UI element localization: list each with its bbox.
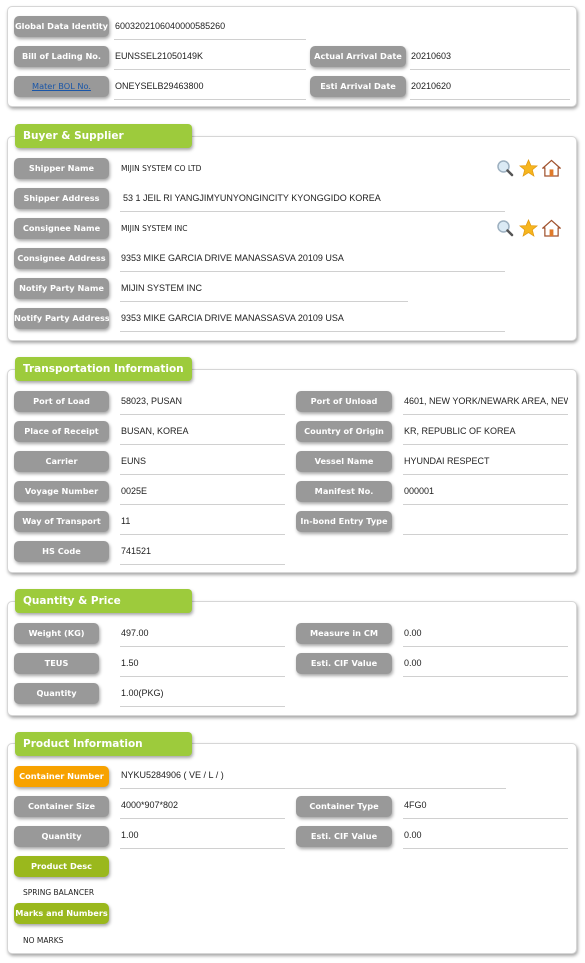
shipper-address-value: 53 1 JEIL RI YANGJIMYUNYONGINCITY KYONGG…	[120, 191, 505, 212]
product-esti-cif-label: Esti. CIF Value	[296, 826, 392, 847]
home-icon[interactable]	[542, 219, 561, 237]
manifest-no-value: 000001	[403, 484, 568, 505]
notify-party-name-label: Notify Party Name	[14, 278, 109, 299]
shipper-name-label: Shipper Name	[14, 158, 109, 179]
global-data-identity-label: Global Data Identity	[14, 16, 109, 37]
mater-bol-link[interactable]: Mater BOL No.	[14, 76, 109, 97]
teus-value: 1.50	[120, 656, 285, 677]
transportation-title: Transportation Information	[15, 357, 192, 381]
product-quantity-label: Quantity	[14, 826, 109, 847]
weight-value: 497.00	[120, 626, 285, 647]
carrier-label: Carrier	[14, 451, 109, 472]
consignee-name-value: MIJIN SYSTEM INC	[121, 224, 188, 233]
buyer-supplier-title: Buyer & Supplier Information	[15, 124, 192, 166]
product-desc-label: Product Desc	[14, 856, 109, 877]
home-icon[interactable]	[542, 159, 561, 177]
port-of-load-label: Port of Load	[14, 391, 109, 412]
consignee-address-value: 9353 MIKE GARCIA DRIVE MANASSASVA 20109 …	[120, 251, 505, 272]
way-of-transport-value: 11	[120, 514, 285, 535]
place-of-receipt-value: BUSAN, KOREA	[120, 424, 285, 445]
esti-cif-value-value: 0.00	[403, 656, 568, 677]
way-of-transport-label: Way of Transport	[14, 511, 109, 532]
mater-bol-value: ONEYSELB29463800	[114, 79, 306, 100]
voyage-number-value: 0025E	[120, 484, 285, 505]
shipper-actions	[496, 159, 561, 177]
weight-label: Weight (KG)	[14, 623, 99, 644]
consignee-name-label: Consignee Name	[14, 218, 109, 239]
measure-label: Measure in CM	[296, 623, 392, 644]
container-type-value: 4FG0	[403, 798, 568, 819]
voyage-number-label: Voyage Number	[14, 481, 109, 502]
actual-arrival-date-label: Actual Arrival Date	[310, 46, 406, 67]
mater-bol-label[interactable]: Mater BOL No.	[32, 81, 91, 91]
actual-arrival-date-value: 20210603	[410, 49, 570, 70]
container-size-value: 4000*907*802	[120, 798, 285, 819]
shipper-name-value: MIJIN SYSTEM CO LTD	[121, 164, 202, 173]
carrier-value: EUNS	[120, 454, 285, 475]
container-type-label: Container Type	[296, 796, 392, 817]
marks-numbers-value: NO MARKS	[23, 936, 64, 945]
search-icon[interactable]	[496, 219, 515, 237]
esti-cif-value-label: Esti. CIF Value	[296, 653, 392, 674]
product-quantity-value: 1.00	[120, 828, 285, 849]
teus-label: TEUS	[14, 653, 99, 674]
consignee-address-label: Consignee Address	[14, 248, 109, 269]
shipper-address-label: Shipper Address	[14, 188, 109, 209]
quantity-value: 1.00(PKG)	[120, 686, 285, 707]
port-of-unload-label: Port of Unload	[296, 391, 392, 412]
product-desc-value: SPRING BALANCER	[23, 888, 95, 897]
container-number-label: Container Number	[14, 766, 109, 787]
country-of-origin-label: Country of Origin	[296, 421, 392, 442]
quantity-label: Quantity	[14, 683, 99, 704]
vessel-name-value: HYUNDAI RESPECT	[403, 454, 568, 475]
notify-party-address-value: 9353 MIKE GARCIA DRIVE MANASSASVA 20109 …	[120, 311, 505, 332]
search-icon[interactable]	[496, 159, 515, 177]
container-size-label: Container Size	[14, 796, 109, 817]
in-bond-entry-type-value	[403, 514, 568, 535]
marks-numbers-label: Marks and Numbers	[14, 903, 109, 924]
product-title: Product Information	[15, 732, 192, 756]
global-data-identity-value: 6003202106040000585260	[114, 19, 306, 40]
place-of-receipt-label: Place of Receipt	[14, 421, 109, 442]
container-number-value: NYKU5284906 ( VE / L / )	[120, 768, 506, 789]
quantity-price-title: Quantity & Price Information	[15, 589, 192, 631]
esti-arrival-date-value: 20210620	[410, 79, 570, 100]
port-of-load-value: 58023, PUSAN	[120, 394, 285, 415]
manifest-no-label: Manifest No.	[296, 481, 392, 502]
consignee-actions	[496, 219, 561, 237]
country-of-origin-value: KR, REPUBLIC OF KOREA	[403, 424, 568, 445]
bill-of-lading-label: Bill of Lading No.	[14, 46, 109, 67]
port-of-unload-value: 4601, NEW YORK/NEWARK AREA, NEW	[403, 394, 568, 415]
measure-value: 0.00	[403, 626, 568, 647]
esti-arrival-date-label: Esti Arrival Date	[310, 76, 406, 97]
hs-code-label: HS Code	[14, 541, 109, 562]
star-icon[interactable]	[519, 219, 538, 237]
product-esti-cif-value: 0.00	[403, 828, 568, 849]
star-icon[interactable]	[519, 159, 538, 177]
hs-code-value: 741521	[120, 544, 285, 565]
vessel-name-label: Vessel Name	[296, 451, 392, 472]
in-bond-entry-type-label: In-bond Entry Type	[296, 511, 392, 532]
bill-of-lading-value: EUNSSEL21050149K	[114, 49, 306, 70]
notify-party-address-label: Notify Party Address	[14, 308, 109, 329]
notify-party-name-value: MIJIN SYSTEM INC	[120, 281, 408, 302]
